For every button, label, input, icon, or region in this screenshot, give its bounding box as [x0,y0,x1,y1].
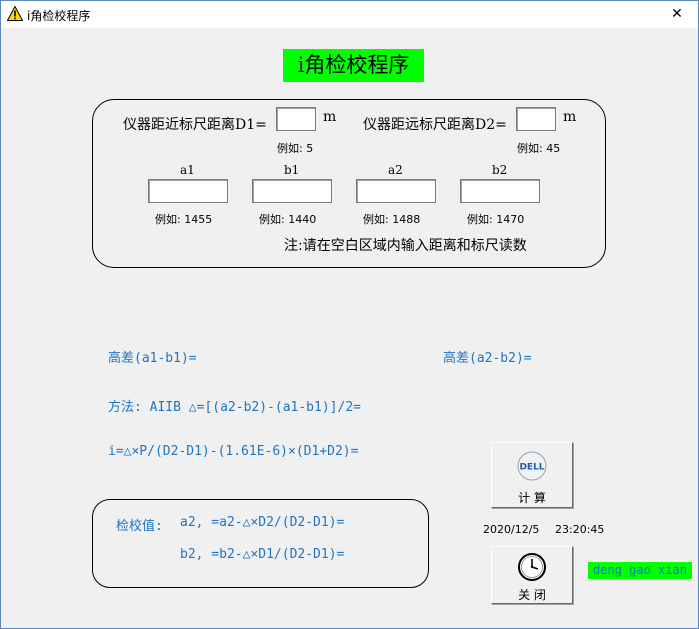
d1-example: 例如: 5 [277,142,314,155]
a2-corrected-formula: a2, =a2-△×D2/(D2-D1)= [180,515,345,530]
b1-input[interactable] [252,179,332,203]
b2-input[interactable] [460,179,540,203]
d1-unit: m [323,109,337,125]
main-window: i角检校程序 ✕ i角检校程序 仪器距近标尺距离D1= m 例如: 5 仪器距远… [0,0,699,629]
i-angle-formula: i=△×P/(D2-D1)-(1.61E-6)×(D1+D2)= [108,444,359,459]
height-diff-1-label: 高差(a1-b1)= [108,351,197,366]
title-bar: i角检校程序 ✕ [1,1,698,28]
b2-corrected-formula: b2, =b2-△×D1/(D2-D1)= [180,547,345,562]
close-icon: ✕ [671,6,683,22]
compute-button[interactable]: DELL 计 算 [491,442,573,508]
a1-input[interactable] [148,179,228,203]
input-note: 注:请在空白区域内输入距离和标尺读数 [284,238,527,254]
b2-example: 例如: 1470 [467,213,525,226]
d2-unit: m [563,109,577,125]
d1-input[interactable] [276,107,316,131]
clock-icon [518,553,546,581]
author-tag: deng gao xian [588,562,692,579]
dell-logo-icon: DELL [517,451,547,481]
d2-input[interactable] [516,107,556,131]
a2-example: 例如: 1488 [363,213,421,226]
warning-icon [7,6,23,21]
d1-label: 仪器距近标尺距离D1= [123,117,267,133]
close-button[interactable]: 关 闭 [491,546,573,604]
calibration-group-box [92,499,429,588]
b1-example: 例如: 1440 [259,213,317,226]
time-display: 23:20:45 [555,523,605,536]
window-title: i角检校程序 [27,9,91,23]
d2-example: 例如: 45 [517,142,561,155]
window-close-button[interactable]: ✕ [656,1,698,28]
a1-example: 例如: 1455 [155,213,213,226]
a2-label: a2 [388,163,403,177]
svg-text:DELL: DELL [519,463,544,473]
date-display: 2020/12/5 [483,523,540,536]
method-formula: 方法: AIIB △=[(a2-b2)-(a1-b1)]/2= [108,400,361,415]
a1-label: a1 [180,163,195,177]
close-button-label: 关 闭 [518,588,546,602]
b1-label: b1 [284,163,300,177]
a2-input[interactable] [356,179,436,203]
b2-label: b2 [492,163,508,177]
height-diff-2-label: 高差(a2-b2)= [443,351,532,366]
calibration-label: 检校值: [116,519,163,534]
program-title: i角检校程序 [283,49,424,82]
compute-button-label: 计 算 [518,491,546,505]
d2-label: 仪器距远标尺距离D2= [363,117,507,133]
